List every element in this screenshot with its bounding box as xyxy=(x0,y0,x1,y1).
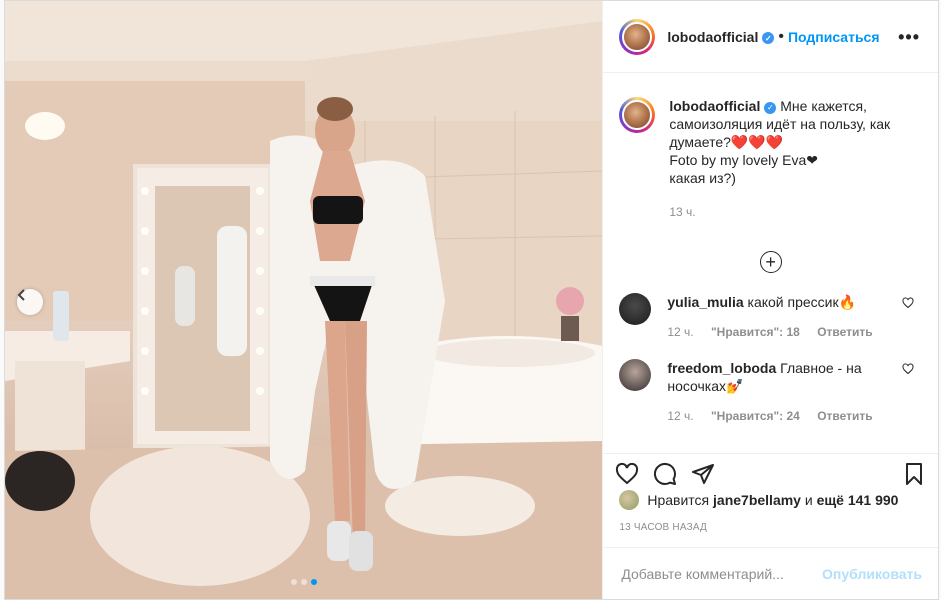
post-details-panel: lobodaofficial ✓ • Подписаться ••• loboda… xyxy=(602,1,938,599)
verified-badge-icon: ✓ xyxy=(762,32,775,44)
carousel-dot xyxy=(300,579,307,585)
comment-reply-button[interactable]: Ответить xyxy=(817,325,872,339)
comment-time[interactable]: 12 ч. xyxy=(667,325,693,339)
post-card: lobodaofficial ✓ • Подписаться ••• loboda… xyxy=(4,0,939,600)
like-heart-icon[interactable] xyxy=(615,462,639,486)
likes-user-link[interactable]: jane7bellamy xyxy=(713,492,801,508)
follow-button[interactable]: Подписаться xyxy=(788,29,880,45)
caption-text-line3: какая из?) xyxy=(669,170,736,186)
comment-bubble-icon[interactable] xyxy=(653,462,677,486)
comment-input[interactable] xyxy=(619,564,823,583)
caption-username[interactable]: lobodaofficial xyxy=(669,98,760,114)
comment-time[interactable]: 12 ч. xyxy=(667,409,693,423)
more-options-icon[interactable]: ••• xyxy=(898,27,920,48)
commenter-avatar[interactable] xyxy=(619,359,652,391)
author-avatar[interactable] xyxy=(619,18,656,55)
comment-heart-icon[interactable] xyxy=(902,363,914,375)
comment-likes[interactable]: "Нравится": 24 xyxy=(711,409,800,423)
comment-text: какой прессик🔥 xyxy=(747,294,857,310)
comment-username[interactable]: yulia_mulia xyxy=(667,294,743,310)
comment-item: yulia_mulia какой прессик🔥 12 ч. "Нравит… xyxy=(603,293,938,341)
post-photo[interactable] xyxy=(5,1,603,599)
caption-text-line2: Foto by my lovely Eva❤ xyxy=(669,152,819,168)
separator-dot: • xyxy=(778,27,784,45)
comment-heart-icon[interactable] xyxy=(902,297,914,309)
author-username[interactable]: lobodaofficial ✓ xyxy=(667,29,775,45)
post-timestamp[interactable]: 13 ЧАСОВ НАЗАД xyxy=(619,522,707,533)
post-caption: lobodaofficial ✓ Мне кажется, самоизоляци… xyxy=(603,73,938,221)
load-more-comments-button[interactable]: + xyxy=(759,251,782,273)
bookmark-icon[interactable] xyxy=(902,462,926,486)
comment-username[interactable]: freedom_loboda xyxy=(667,360,776,376)
commenter-avatar[interactable] xyxy=(619,293,652,325)
bathroom-photo-illustration xyxy=(5,1,603,599)
liker-avatar[interactable] xyxy=(619,490,640,510)
share-paper-plane-icon[interactable] xyxy=(691,462,715,486)
caption-author-avatar[interactable] xyxy=(619,97,656,133)
chevron-left-icon xyxy=(17,289,25,301)
likes-summary: Нравится jane7bellamy и ещё 141 990 xyxy=(619,490,922,510)
comment-likes[interactable]: "Нравится": 18 xyxy=(711,325,800,339)
comment-item: freedom_loboda Главное - на носочках💅 12… xyxy=(603,359,938,425)
carousel-dot-active xyxy=(310,579,317,585)
comments-section: lobodaofficial ✓ Мне кажется, самоизоляци… xyxy=(603,73,938,448)
caption-time[interactable]: 13 ч. xyxy=(669,205,695,219)
carousel-prev-button[interactable] xyxy=(17,289,43,315)
publish-button[interactable]: Опубликовать xyxy=(822,566,922,582)
plus-icon: + xyxy=(765,251,776,272)
likes-and: и xyxy=(804,492,813,508)
post-action-bar xyxy=(603,453,938,494)
likes-prefix: Нравится xyxy=(647,492,710,508)
likes-count-link[interactable]: ещё 141 990 xyxy=(817,492,899,508)
verified-badge-icon: ✓ xyxy=(764,102,777,114)
carousel-indicator xyxy=(5,579,602,585)
post-header: lobodaofficial ✓ • Подписаться ••• xyxy=(603,1,938,73)
carousel-dot xyxy=(290,579,297,585)
add-comment-bar: Опубликовать xyxy=(603,547,938,599)
comment-reply-button[interactable]: Ответить xyxy=(817,409,872,423)
